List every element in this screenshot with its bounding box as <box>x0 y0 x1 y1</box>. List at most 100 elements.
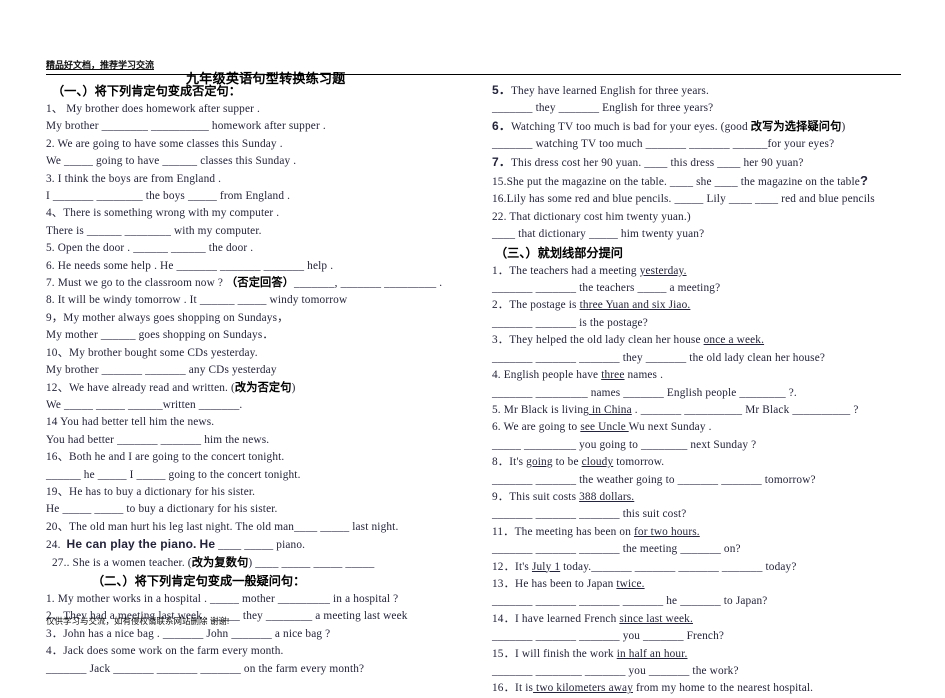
exercise-line: 3. I think the boys are from England . <box>46 172 222 185</box>
exercise-line: 10、My brother bought some CDs yesterday. <box>46 346 258 359</box>
exercise-line-q9: 9．This suit costs 388 dollars. <box>492 489 942 506</box>
exercise-line-q15-answer: _______ ________ _______ you _______ the… <box>492 665 739 677</box>
q6-post: Wu next Sunday . <box>628 421 712 434</box>
right-column: 5．They have learned English for three ye… <box>492 82 942 698</box>
exercise-line: 19、He has to buy a dictionary for his si… <box>46 485 256 498</box>
item5-number: 5． <box>492 83 511 97</box>
item12-prefix: 12、We have already read and written. ( <box>46 381 235 394</box>
item24-text-b: He <box>199 537 216 552</box>
item7-prefix: 7. Must we go to the classroom now ? <box>46 277 227 290</box>
exercise-line-q1: 1．The teachers had a meeting yesterday. <box>492 263 942 280</box>
q16-underlined: two kilometers away <box>533 682 634 695</box>
exercise-line-item12: 12、We have already read and written. (改为… <box>46 380 491 397</box>
exercise-line: My brother _______ _______ any CDs yeste… <box>46 364 277 377</box>
q3-underlined: once a week. <box>703 334 765 347</box>
exercise-line: My brother ________ __________ homework … <box>46 120 326 133</box>
item7-text: This dress cost her 90 yuan. ____ this d… <box>510 156 804 169</box>
question-mark: ? <box>859 173 869 189</box>
q12-underlined: July 1 <box>531 560 561 573</box>
q3-pre: 3．They helped the old lady clean her hou… <box>492 334 704 347</box>
exercise-line: 1、 My brother does homework after supper… <box>46 103 260 115</box>
exercise-line-q8-answer: _______ _______ the weather going to ___… <box>492 473 816 486</box>
q8-mid: to be <box>552 456 582 469</box>
q9-underlined: 388 dollars. <box>579 490 635 503</box>
q4-post: names . <box>624 369 664 382</box>
exercise-line: 4．Jack does some work on the farm every … <box>46 645 284 658</box>
exercise-line: We _____ going to have ______ classes th… <box>46 155 297 168</box>
exercise-line-item22-answer: ____ that dictionary _____ him twenty yu… <box>492 228 705 241</box>
exercise-line-q15: 15．I will finish the work in half an hou… <box>492 646 942 663</box>
item6-number: 6． <box>492 118 511 133</box>
exercise-line: I _______ ________ the boys _____ from E… <box>46 190 291 203</box>
q15-pre: 15．I will finish the work <box>492 647 617 660</box>
exercise-line-q14-answer: _______ _______ _______ you _______ Fren… <box>492 630 725 643</box>
exercise-line-q3: 3．They helped the old lady clean her hou… <box>492 332 942 349</box>
exercise-line-q2: 2．The postage is three Yuan and six Jiao… <box>492 297 942 314</box>
item15-text: 15.She put the magazine on the table. __… <box>492 176 860 189</box>
item12-suffix: ) <box>291 381 296 394</box>
q12-pre: 12．It's <box>492 560 532 573</box>
q8-underlined-going: going <box>526 456 553 469</box>
exercise-line: He _____ _____ to buy a dictionary for h… <box>46 503 278 516</box>
exercise-line-q13-answer: _______ _______ _______ _______ he _____… <box>492 595 768 608</box>
exercise-line-q4: 4. English people have three names . <box>492 367 942 384</box>
exercise-line: 2. We are going to have some classes thi… <box>46 137 283 150</box>
left-column: （一、）将下列肯定句变成否定句： 1、 My brother does home… <box>46 82 491 678</box>
section-heading-two: （二、）将下列肯定句变成一般疑问句： <box>92 573 306 588</box>
q12-post: today._______ _______ _______ _______ to… <box>560 560 797 573</box>
exercise-line: 5. Open the door . ______ ______ the doo… <box>46 242 254 255</box>
exercise-line-item5-answer: _______ they _______ English for three y… <box>492 102 714 115</box>
exercise-line-q16: 16．It is two kilometers away from my hom… <box>492 680 942 697</box>
document-header-watermark: 精品好文档，推荐学习交流 <box>46 55 901 75</box>
q5-underlined: in China <box>588 403 632 416</box>
exercise-line-item7: 7. Must we go to the classroom now ? （否定… <box>46 275 491 292</box>
item27-chinese-note: 改为复数句 <box>191 556 249 569</box>
exercise-line: 3．John has a nice bag . _______ John ___… <box>46 627 331 640</box>
q4-underlined: three <box>601 369 625 382</box>
q5-pre: 5. Mr Black is living <box>492 403 589 416</box>
q8-underlined-cloudy: cloudy <box>581 456 614 469</box>
item6-chinese-note: 改写为选择疑问句 <box>750 120 842 133</box>
worksheet-page: 精品好文档，推荐学习交流 九年级英语句型转换练习题 （一、）将下列肯定句变成否定… <box>0 0 945 694</box>
exercise-line: My mother ______ goes shopping on Sunday… <box>46 329 274 342</box>
item27-prefix: 27.. She is a women teacher. ( <box>52 556 192 569</box>
exercise-line: 14 You had better tell him the news. <box>46 416 215 429</box>
exercise-line-item15: 15.She put the magazine on the table. __… <box>492 172 942 191</box>
q2-pre: 2．The postage is <box>492 299 580 312</box>
exercise-line-q2-answer: _______ _______ is the postage? <box>492 316 648 329</box>
q4-pre: 4. English people have <box>492 369 602 382</box>
exercise-line-q6-answer: _____ _________ you going to ________ ne… <box>492 438 757 451</box>
q1-pre: 1．The teachers had a meeting <box>492 264 640 277</box>
item5-text: They have learned English for three year… <box>510 85 709 97</box>
q6-pre: 6. We are going to <box>492 421 581 434</box>
exercise-line: _______ Jack _______ _______ _______ on … <box>46 662 365 675</box>
q13-underlined: twice. <box>616 577 645 590</box>
exercise-line-item6-answer: _______ watching TV too much _______ ___… <box>492 138 835 151</box>
exercise-line-q6: 6. We are going to see Uncle Wu next Sun… <box>492 419 942 436</box>
exercise-line-q3-answer: _______ _______ _______ they _______ the… <box>492 351 826 364</box>
exercise-line: You had better _______ _______ him the n… <box>46 433 270 446</box>
exercise-line: 1. My mother works in a hospital . _____… <box>46 592 399 605</box>
q16-pre: 16．It is <box>492 682 534 695</box>
q2-underlined: three Yuan and six Jiao. <box>579 299 691 312</box>
item7-chinese-note: （否定回答） <box>226 277 295 290</box>
exercise-line-q14: 14．I have learned French since last week… <box>492 611 942 628</box>
exercise-line: 20、The old man hurt his leg last night. … <box>46 520 399 533</box>
q11-pre: 11．The meeting has been on <box>492 525 634 538</box>
exercise-line-q4-answer: _______ _________ names _______ English … <box>492 386 797 399</box>
exercise-line: 9，My mother always goes shopping on Sund… <box>46 311 289 324</box>
exercise-line: 6. He needs some help . He _______ _____… <box>46 259 334 272</box>
q14-pre: 14．I have learned French <box>492 612 620 625</box>
q1-underlined: yesterday. <box>639 264 687 277</box>
item12-chinese-note: 改为否定句 <box>234 381 292 394</box>
item27-suffix: ) ____ _____ _____ _____ <box>248 556 375 569</box>
exercise-line: 16、Both he and I are going to the concer… <box>46 451 285 464</box>
exercise-line-item27: 27.. She is a women teacher. (改为复数句) ___… <box>46 555 491 572</box>
exercise-line-item24: 24. He can play the piano. He ____ _____… <box>46 536 491 554</box>
exercise-line: 8. It will be windy tomorrow . It ______… <box>46 294 348 307</box>
item7-number: 7． <box>492 154 511 169</box>
exercise-line-q11: 11．The meeting has been on for two hours… <box>492 524 942 541</box>
q14-underlined: since last week. <box>619 612 693 625</box>
exercise-line-item22: 22. That dictionary cost him twenty yuan… <box>492 210 691 223</box>
item24-blanks: ____ _____ piano. <box>218 539 306 552</box>
